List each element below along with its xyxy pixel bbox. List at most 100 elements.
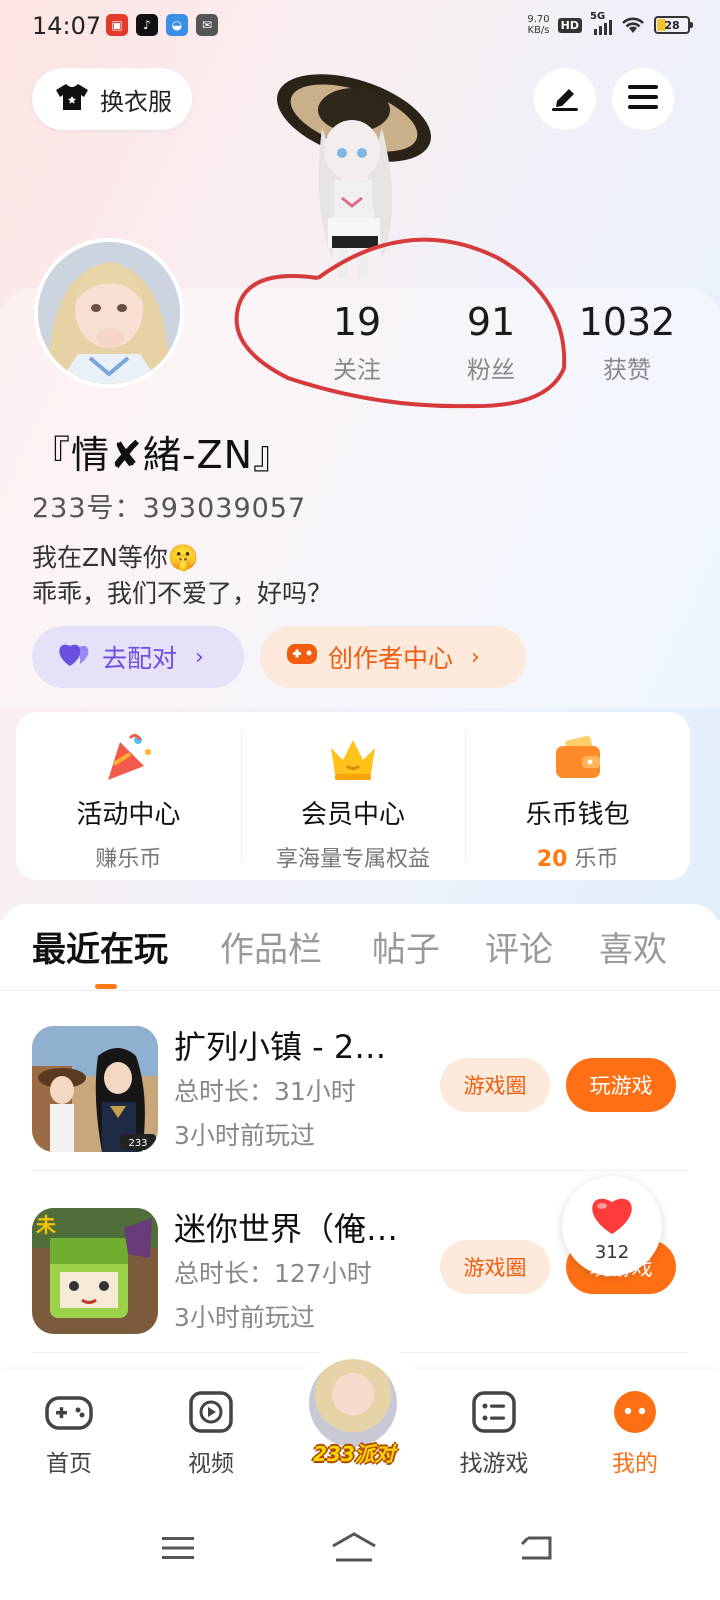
activity-center-title: 活动中心 [76, 800, 181, 830]
creator-center-label: 创作者中心 [328, 644, 454, 673]
gamepad-icon [45, 1388, 93, 1436]
svg-text:未: 未 [36, 1213, 56, 1237]
heart-icon [58, 640, 92, 674]
browser-icon: ◒ [166, 14, 188, 36]
game-circle-button[interactable]: 游戏圈 [440, 1058, 550, 1112]
nav-mine[interactable]: 我的 [590, 1388, 680, 1478]
game-name[interactable]: 迷你世界（俺… [174, 1204, 424, 1250]
nav-home[interactable]: 首页 [24, 1388, 114, 1478]
member-center-title: 会员中心 [301, 800, 406, 830]
tab-comments[interactable]: 评论 [485, 922, 553, 971]
nav-video-label: 视频 [188, 1451, 234, 1477]
likes-count: 1032 [578, 300, 676, 344]
nickname: 『情✘緒-ZN』 [32, 433, 293, 477]
game-duration: 总时长：31小时 [174, 1077, 356, 1106]
svg-text:233: 233 [128, 1138, 147, 1149]
coin-amount: 20 [536, 847, 568, 872]
user-id[interactable]: 233号：393039057 [32, 486, 306, 525]
active-tab-indicator [95, 984, 117, 989]
coin-wallet-button[interactable]: 乐币钱包 20 乐币 [465, 712, 690, 880]
app-notification-icon: ▣ [106, 14, 128, 36]
play-game-button[interactable]: 玩游戏 [566, 1058, 676, 1112]
coin-unit: 乐币 [574, 847, 619, 872]
user-id-value: 393039057 [142, 493, 307, 524]
party-avatar-icon[interactable] [306, 1356, 400, 1450]
video-play-icon [187, 1388, 235, 1436]
hamburger-menu-icon [628, 84, 658, 114]
tiktok-icon: ♪ [136, 14, 158, 36]
coin-wallet-title: 乐币钱包 [525, 800, 630, 830]
party-popper-icon [100, 730, 156, 786]
likes-label: 获赞 [603, 356, 651, 384]
activity-center-button[interactable]: 活动中心 赚乐币 [16, 712, 241, 880]
change-outfit-button[interactable]: 换衣服 [32, 68, 192, 130]
chevron-right-icon: › [195, 644, 204, 670]
bio-line-2: 乖乖，我们不爱了，好吗？ [32, 579, 333, 608]
pair-button[interactable]: 去配对 › [32, 626, 244, 688]
game-duration: 总时长：127小时 [174, 1259, 372, 1288]
signal-icon: 5G [590, 11, 612, 35]
following-label: 关注 [333, 356, 381, 384]
system-navigation-bar [0, 1500, 720, 1600]
status-indicators: 9.70 KB/s HD 5G 28 [527, 11, 693, 36]
list-item[interactable]: 233 扩列小镇 - 2… 总时长：31小时 3小时前玩过 游戏圈 玩游戏 [0, 992, 720, 1172]
home-button[interactable] [330, 1528, 378, 1568]
chevron-right-icon: › [471, 644, 480, 670]
tab-posts[interactable]: 帖子 [372, 922, 440, 971]
gamepad-plus-icon [286, 641, 318, 673]
game-circle-button[interactable]: 游戏圈 [440, 1240, 550, 1294]
member-center-button[interactable]: 会员中心 享海量专属权益 [240, 712, 466, 880]
following-count: 19 [332, 300, 382, 344]
heart-icon [588, 1198, 636, 1240]
tab-works[interactable]: 作品栏 [220, 922, 322, 971]
game-icon-kuolie-town[interactable]: 233 [32, 1026, 158, 1152]
stat-followers[interactable]: 91 粉丝 [431, 300, 551, 385]
status-bar: 14:07 ▣ ♪ ◒ ✉ 9.70 KB/s HD 5G 28 [0, 0, 720, 56]
stat-likes[interactable]: 1032 获赞 [567, 300, 687, 385]
game-last-played: 3小时前玩过 [174, 1121, 315, 1150]
network-type: 5G [590, 11, 606, 22]
tab-recent-played[interactable]: 最近在玩 [32, 922, 168, 971]
nav-video[interactable]: 视频 [166, 1388, 256, 1478]
status-time: 14:07 [32, 12, 102, 40]
avatar[interactable] [34, 238, 184, 388]
profile-tabs: 最近在玩 作品栏 帖子 评论 喜欢 [0, 922, 720, 992]
recent-apps-button[interactable] [158, 1528, 198, 1568]
battery-level: 28 [664, 18, 680, 32]
row-divider [32, 1170, 688, 1171]
notification-icons: ▣ ♪ ◒ ✉ [106, 14, 218, 36]
floating-like-count: 312 [594, 1242, 630, 1263]
floating-like-button[interactable]: 312 [562, 1176, 662, 1276]
coin-wallet-balance: 20 乐币 [465, 841, 690, 873]
game-last-played: 3小时前玩过 [174, 1303, 315, 1332]
bio-line-1: 我在ZN等你🤫 [32, 543, 199, 572]
activity-center-subtitle: 赚乐币 [95, 847, 162, 872]
nav-find-games[interactable]: 找游戏 [449, 1388, 539, 1478]
edit-profile-button[interactable] [534, 68, 596, 130]
bio: 我在ZN等你🤫 乖乖，我们不爱了，好吗？ [32, 540, 332, 612]
game-name[interactable]: 扩列小镇 - 2… [174, 1022, 424, 1068]
followers-count: 91 [466, 300, 516, 344]
wallet-icon [550, 730, 606, 786]
change-outfit-label: 换衣服 [100, 87, 172, 116]
back-button[interactable] [518, 1528, 558, 1568]
pair-label: 去配对 [102, 644, 178, 673]
battery-icon: 28 [654, 16, 693, 34]
nav-home-label: 首页 [46, 1451, 92, 1477]
user-id-label: 233号： [32, 493, 143, 524]
net-speed: 9.70 KB/s [527, 14, 549, 36]
game-icon-mini-world[interactable]: 未 [32, 1208, 158, 1334]
wifi-icon [620, 15, 646, 35]
stat-following[interactable]: 19 关注 [297, 300, 417, 385]
services-card: 活动中心 赚乐币 会员中心 享海量专属权益 乐币钱包 20 乐币 [16, 712, 690, 880]
shirt-icon [54, 82, 90, 116]
tabs-divider [0, 990, 720, 991]
nav-party-label[interactable]: 233派对 [304, 1438, 404, 1468]
menu-button[interactable] [612, 68, 674, 130]
profile-dots-icon [611, 1388, 659, 1436]
list-icon [470, 1388, 518, 1436]
hd-badge: HD [557, 17, 582, 33]
nav-mine-label: 我的 [612, 1451, 658, 1477]
creator-center-button[interactable]: 创作者中心 › [260, 626, 526, 688]
tab-likes[interactable]: 喜欢 [599, 922, 667, 971]
